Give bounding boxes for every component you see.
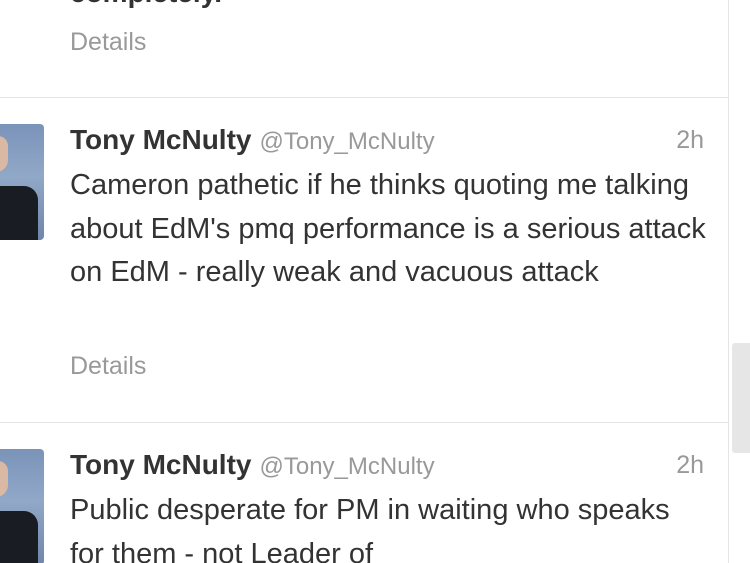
details-link[interactable]: Details: [70, 352, 146, 381]
details-link[interactable]: Details: [70, 28, 146, 57]
avatar-face: [0, 136, 8, 172]
tweet-fullname[interactable]: Tony McNulty: [70, 449, 251, 480]
tweet-item[interactable]: Tony McNulty @Tony_McNulty 2h Public desp…: [0, 423, 728, 563]
tweet-header: Tony McNulty @Tony_McNulty: [70, 124, 710, 160]
tweet-item[interactable]: completely. Details: [0, 0, 728, 98]
tweet-username[interactable]: @Tony_McNulty: [259, 128, 434, 155]
scrollbar-thumb[interactable]: [732, 343, 750, 453]
tweet-text: completely.: [70, 0, 222, 8]
tweet-timeline: completely. Details Tony McNulty @Tony_Mc…: [0, 0, 729, 563]
tweet-timestamp[interactable]: 2h: [676, 126, 704, 155]
avatar[interactable]: [0, 124, 44, 240]
avatar[interactable]: [0, 449, 44, 563]
tweet-timestamp[interactable]: 2h: [676, 451, 704, 480]
page-background: [729, 0, 750, 563]
avatar-suit: [0, 511, 38, 563]
tweet-fullname[interactable]: Tony McNulty: [70, 124, 251, 155]
tweet-header: Tony McNulty @Tony_McNulty: [70, 449, 710, 485]
tweet-text: Public desperate for PM in waiting who s…: [70, 494, 670, 563]
avatar-suit: [0, 186, 38, 240]
tweet-text: Cameron pathetic if he thinks quoting me…: [70, 169, 706, 288]
tweet-item[interactable]: Tony McNulty @Tony_McNulty 2h Cameron pat…: [0, 98, 728, 423]
avatar-face: [0, 461, 8, 497]
tweet-username[interactable]: @Tony_McNulty: [259, 453, 434, 480]
